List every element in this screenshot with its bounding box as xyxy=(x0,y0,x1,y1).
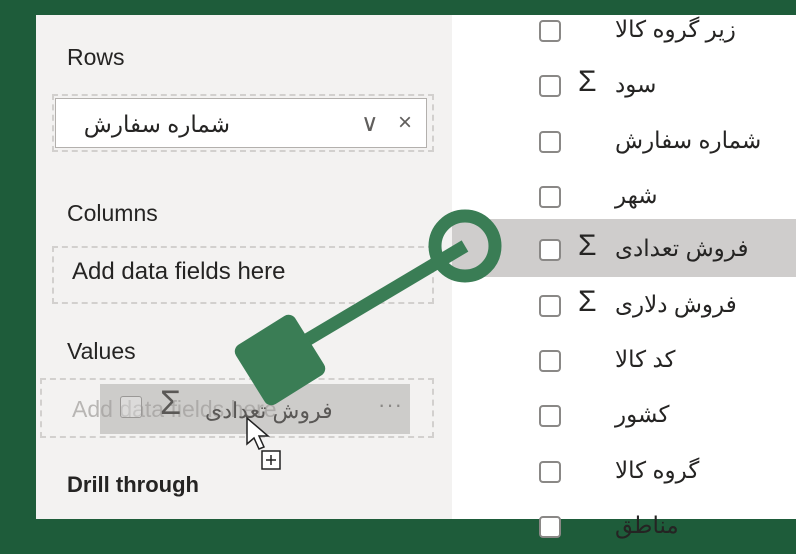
drag-cursor-icon xyxy=(246,416,281,470)
annotation-overlay xyxy=(234,209,502,406)
field-checkbox[interactable] xyxy=(539,516,561,538)
annotation-handle xyxy=(234,314,326,406)
